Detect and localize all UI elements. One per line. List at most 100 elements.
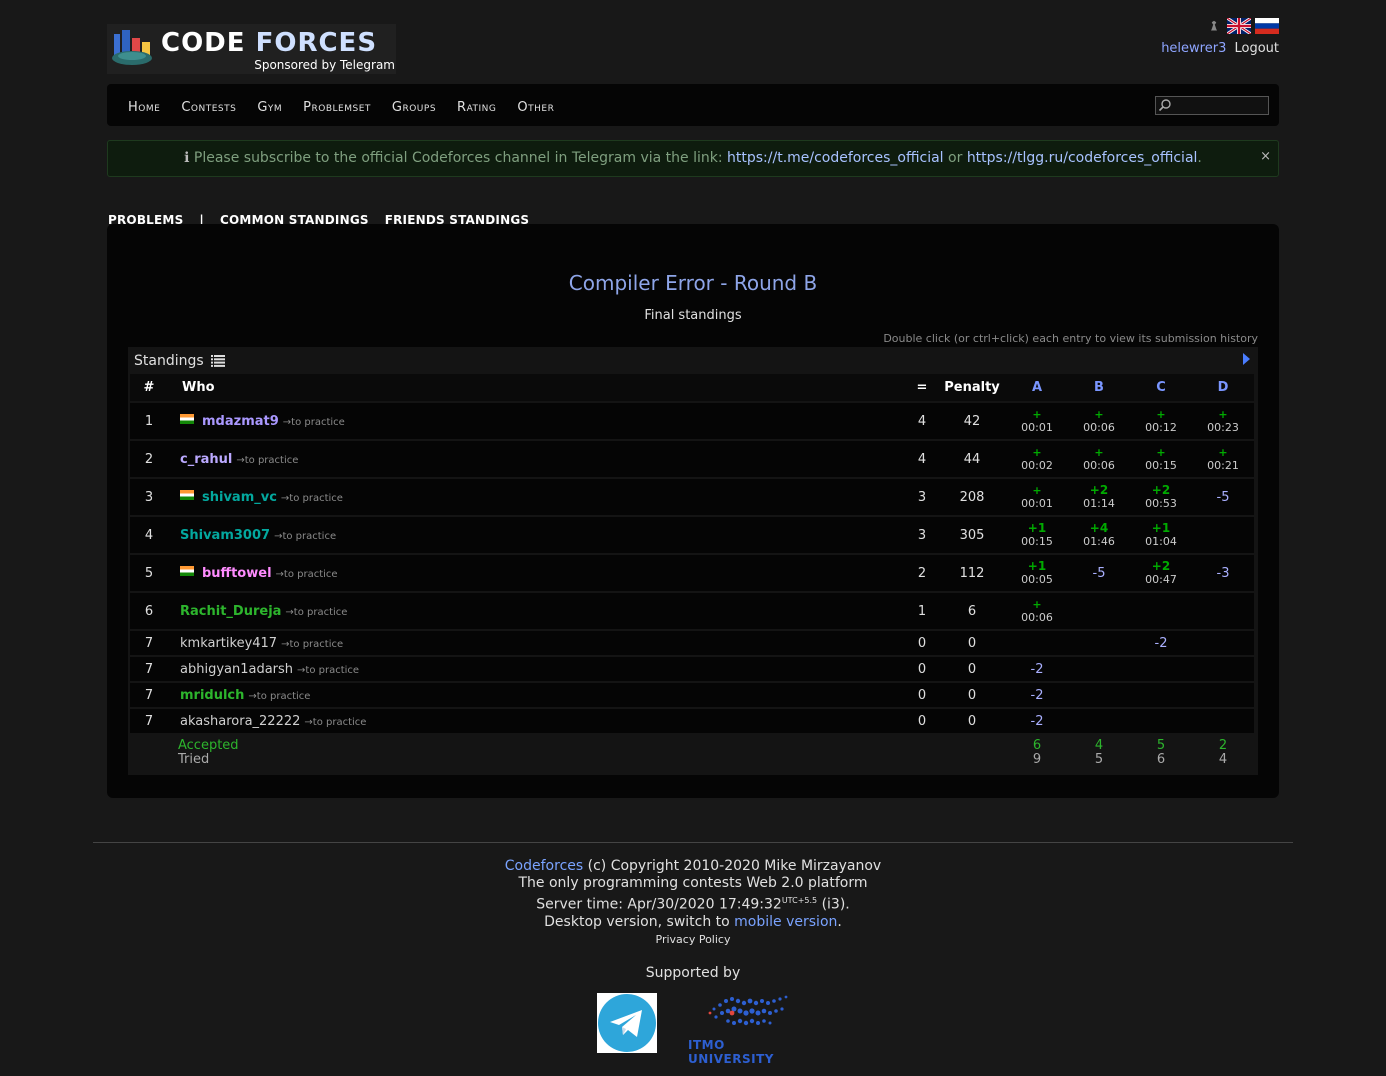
russian-flag-icon[interactable]	[1255, 18, 1279, 34]
problem-cell[interactable]: +1 00:15	[1006, 517, 1068, 553]
table-row[interactable]: 7 abhigyan1adarsh →to practice 0 0 -2	[130, 657, 1254, 681]
user-handle-link[interactable]: c_rahul	[180, 452, 232, 467]
table-row[interactable]: 5 bufftowel →to practice 2 112 +1 00:05 -5 +2 00:…	[130, 555, 1254, 591]
contest-chess-icon[interactable]	[1205, 18, 1223, 34]
table-row[interactable]: 7 akasharora_22222 →to practice 0 0 -2	[130, 709, 1254, 733]
close-icon[interactable]: ×	[1260, 139, 1271, 174]
problem-cell[interactable]: +00:02	[1006, 441, 1068, 477]
menu-groups[interactable]: Groups	[392, 100, 436, 115]
header-problem-c[interactable]: C	[1130, 374, 1192, 401]
problem-cell[interactable]: +00:15	[1130, 441, 1192, 477]
problem-cell[interactable]: -3	[1192, 555, 1254, 591]
to-practice-link[interactable]: →to practice	[285, 607, 347, 618]
to-practice-link[interactable]: →to practice	[248, 691, 310, 702]
menu-problemset[interactable]: Problemset	[303, 100, 371, 115]
problem-cell[interactable]: +00:01	[1006, 479, 1068, 515]
accepted-mark: +	[1218, 446, 1228, 459]
alert-link-tlgg[interactable]: https://tlgg.ru/codeforces_official	[967, 150, 1198, 166]
problem-cell[interactable]	[1068, 683, 1130, 707]
problem-cell[interactable]	[1130, 593, 1192, 629]
problem-cell[interactable]	[1130, 709, 1192, 733]
user-handle-link[interactable]: bufftowel	[202, 566, 272, 581]
alert-link-tme[interactable]: https://t.me/codeforces_official	[727, 150, 944, 166]
table-row[interactable]: 6 Rachit_Dureja →to practice 1 6 +00:06	[130, 593, 1254, 629]
problem-cell[interactable]	[1130, 657, 1192, 681]
to-practice-link[interactable]: →to practice	[283, 417, 345, 428]
to-practice-link[interactable]: →to practice	[304, 717, 366, 728]
user-handle-link[interactable]: Rachit_Dureja	[180, 604, 281, 619]
problem-cell[interactable]	[1068, 657, 1130, 681]
problem-cell[interactable]: +1 00:05	[1006, 555, 1068, 591]
problem-cell[interactable]	[1068, 709, 1130, 733]
to-practice-link[interactable]: →to practice	[281, 639, 343, 650]
to-practice-link[interactable]: →to practice	[274, 531, 336, 542]
problem-cell[interactable]	[1006, 631, 1068, 655]
problem-cell[interactable]	[1192, 631, 1254, 655]
problem-cell[interactable]: -5	[1192, 479, 1254, 515]
problem-cell[interactable]: +4 01:46	[1068, 517, 1130, 553]
logout-link[interactable]: Logout	[1234, 41, 1279, 56]
problem-cell[interactable]	[1192, 517, 1254, 553]
problem-cell[interactable]: +2 00:47	[1130, 555, 1192, 591]
problem-cell[interactable]: +00:21	[1192, 441, 1254, 477]
problem-cell[interactable]	[1068, 593, 1130, 629]
user-handle-link[interactable]: mridulch	[180, 688, 244, 703]
problem-cell[interactable]	[1192, 657, 1254, 681]
itmo-logo[interactable]: ITMO UNIVERSITY	[686, 991, 811, 1066]
problem-cell[interactable]: +2 00:53	[1130, 479, 1192, 515]
problem-cell[interactable]	[1192, 683, 1254, 707]
to-practice-link[interactable]: →to practice	[276, 569, 338, 580]
user-handle-link[interactable]: abhigyan1adarsh	[180, 662, 293, 677]
user-handle-link[interactable]: Shivam3007	[180, 528, 270, 543]
header-problem-a[interactable]: A	[1006, 374, 1068, 401]
problem-cell[interactable]	[1192, 709, 1254, 733]
table-row[interactable]: 7 mridulch →to practice 0 0 -2	[130, 683, 1254, 707]
problem-cell[interactable]	[1130, 683, 1192, 707]
to-practice-link[interactable]: →to practice	[236, 455, 298, 466]
table-row[interactable]: 7 kmkartikey417 →to practice 0 0 -2	[130, 631, 1254, 655]
problem-cell[interactable]: -5	[1068, 555, 1130, 591]
expand-arrow-icon[interactable]	[1243, 353, 1250, 365]
problem-cell[interactable]	[1192, 593, 1254, 629]
problem-cell[interactable]: -2	[1006, 709, 1068, 733]
header-problem-b[interactable]: B	[1068, 374, 1130, 401]
header-problem-d[interactable]: D	[1192, 374, 1254, 401]
table-row[interactable]: 4 Shivam3007 →to practice 3 305 +1 00:15 +4 01:4…	[130, 517, 1254, 553]
menu-rating[interactable]: Rating	[457, 100, 496, 115]
problem-cell[interactable]: +00:23	[1192, 403, 1254, 439]
problem-cell[interactable]: +2 01:14	[1068, 479, 1130, 515]
contest-title[interactable]: Compiler Error - Round B	[107, 271, 1279, 295]
footer-codeforces-link[interactable]: Codeforces	[505, 858, 583, 874]
to-practice-link[interactable]: →to practice	[297, 665, 359, 676]
english-flag-icon[interactable]	[1227, 18, 1251, 34]
user-handle-link[interactable]: kmkartikey417	[180, 636, 277, 651]
profile-link[interactable]: helewrer3	[1161, 41, 1226, 56]
mobile-version-link[interactable]: mobile version	[734, 914, 837, 930]
problem-cell[interactable]: +00:12	[1130, 403, 1192, 439]
problem-cell[interactable]: +00:06	[1006, 593, 1068, 629]
menu-contests[interactable]: Contests	[181, 100, 236, 115]
problem-cell[interactable]: -2	[1006, 657, 1068, 681]
to-practice-link[interactable]: →to practice	[281, 493, 343, 504]
problem-cell[interactable]: +00:06	[1068, 441, 1130, 477]
user-handle-link[interactable]: mdazmat9	[202, 414, 279, 429]
problem-cell[interactable]	[1068, 631, 1130, 655]
menu-home[interactable]: Home	[128, 100, 160, 115]
problem-cell[interactable]: +1 01:04	[1130, 517, 1192, 553]
list-icon[interactable]	[211, 355, 226, 367]
menu-other[interactable]: Other	[517, 100, 554, 115]
user-handle-link[interactable]: shivam_vc	[202, 490, 277, 505]
problem-cell[interactable]: -2	[1130, 631, 1192, 655]
telegram-logo-icon[interactable]	[597, 993, 657, 1053]
problem-cell[interactable]: -2	[1006, 683, 1068, 707]
table-row[interactable]: 2 c_rahul →to practice 4 44 +00:02 +00:06 +00:1…	[130, 441, 1254, 477]
table-row[interactable]: 1 mdazmat9 →to practice 4 42 +00:01 +00:06 +00:…	[130, 403, 1254, 439]
user-handle-link[interactable]: akasharora_22222	[180, 714, 300, 729]
problem-cell[interactable]: +00:01	[1006, 403, 1068, 439]
menu-gym[interactable]: Gym	[257, 100, 282, 115]
privacy-policy-link[interactable]: Privacy Policy	[656, 933, 731, 946]
problem-cell[interactable]: +00:06	[1068, 403, 1130, 439]
codeforces-logo[interactable]: CODE FORCES Sponsored by Telegram	[107, 24, 396, 74]
search-input[interactable]	[1172, 97, 1264, 112]
table-row[interactable]: 3 shivam_vc →to practice 3 208 +00:01 +2 01:14 +…	[130, 479, 1254, 515]
